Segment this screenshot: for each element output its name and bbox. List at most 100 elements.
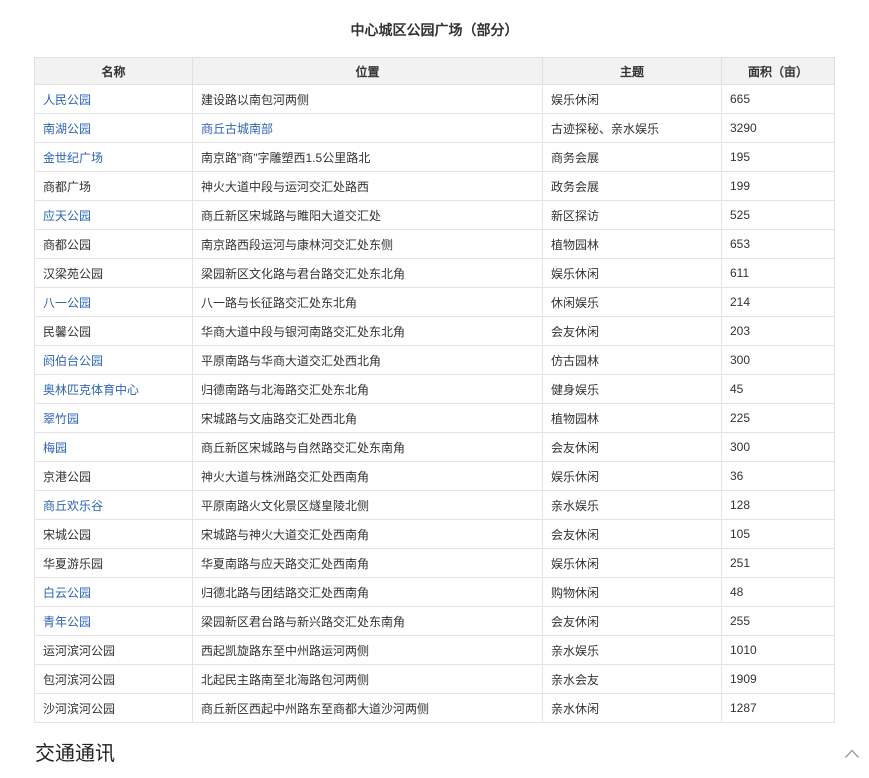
col-header-name: 名称	[35, 58, 193, 85]
table-row: 青年公园梁园新区君台路与新兴路交汇处东南角会友休闲255	[35, 607, 835, 636]
area-cell: 45	[722, 375, 835, 404]
area-cell: 251	[722, 549, 835, 578]
park-name-link[interactable]: 商丘欢乐谷	[43, 499, 103, 513]
area-cell: 48	[722, 578, 835, 607]
area-cell: 300	[722, 433, 835, 462]
park-name-text: 宋城公园	[43, 528, 91, 542]
theme-cell: 会友休闲	[543, 433, 722, 462]
theme-cell: 会友休闲	[543, 607, 722, 636]
parks-table: 名称 位置 主题 面积（亩） 人民公园建设路以南包河两侧娱乐休闲665南湖公园商…	[34, 57, 835, 723]
theme-cell: 亲水娱乐	[543, 491, 722, 520]
park-name-link[interactable]: 应天公园	[43, 209, 91, 223]
park-name-link[interactable]: 青年公园	[43, 615, 91, 629]
location-cell: 南京路"商"字雕塑西1.5公里路北	[193, 143, 543, 172]
location-cell: 建设路以南包河两侧	[193, 85, 543, 114]
park-name-link[interactable]: 八一公园	[43, 296, 91, 310]
location-cell: 八一路与长征路交汇处东北角	[193, 288, 543, 317]
table-row: 八一公园八一路与长征路交汇处东北角休闲娱乐214	[35, 288, 835, 317]
table-row: 民馨公园华商大道中段与银河南路交汇处东北角会友休闲203	[35, 317, 835, 346]
park-name-cell: 京港公园	[35, 462, 193, 491]
park-name-cell: 阏伯台公园	[35, 346, 193, 375]
area-cell: 255	[722, 607, 835, 636]
area-cell: 3290	[722, 114, 835, 143]
table-row: 商都公园南京路西段运河与康林河交汇处东侧植物园林653	[35, 230, 835, 259]
location-text: 西起凯旋路东至中州路运河两侧	[201, 644, 369, 658]
location-cell: 南京路西段运河与康林河交汇处东侧	[193, 230, 543, 259]
table-row: 京港公园神火大道与株洲路交汇处西南角娱乐休闲36	[35, 462, 835, 491]
location-text: 神火大道中段与运河交汇处路西	[201, 180, 369, 194]
location-text: 神火大道与株洲路交汇处西南角	[201, 470, 369, 484]
area-cell: 300	[722, 346, 835, 375]
park-name-cell: 南湖公园	[35, 114, 193, 143]
area-cell: 1909	[722, 665, 835, 694]
park-name-cell: 应天公园	[35, 201, 193, 230]
location-text: 梁园新区文化路与君台路交汇处东北角	[201, 267, 405, 281]
location-text: 建设路以南包河两侧	[201, 93, 309, 107]
park-name-text: 沙河滨河公园	[43, 702, 115, 716]
theme-cell: 娱乐休闲	[543, 462, 722, 491]
table-row: 白云公园 归德北路与团结路交汇处西南角 购物休闲48	[35, 578, 835, 607]
location-cell: 商丘新区宋城路与睢阳大道交汇处	[193, 201, 543, 230]
park-name-cell: 白云公园	[35, 578, 193, 607]
area-cell: 203	[722, 317, 835, 346]
chevron-up-icon[interactable]	[843, 747, 861, 761]
park-name-link[interactable]: 梅园	[43, 441, 67, 455]
park-name-cell: 人民公园	[35, 85, 193, 114]
park-name-link[interactable]: 奥林匹克体育中心	[43, 383, 139, 397]
area-cell: 665	[722, 85, 835, 114]
location-text: 归德北路与团结路交汇处西南角	[201, 586, 369, 600]
park-name-cell: 商都公园	[35, 230, 193, 259]
section-header-transport[interactable]: 交通通讯	[35, 743, 861, 778]
theme-cell: 古迹探秘、亲水娱乐	[543, 114, 722, 143]
park-name-cell: 宋城公园	[35, 520, 193, 549]
park-name-link[interactable]: 人民公园	[43, 93, 91, 107]
table-row: 梅园 商丘新区宋城路与自然路交汇处东南角 会友休闲300	[35, 433, 835, 462]
table-row: 宋城公园宋城路与神火大道交汇处西南角会友休闲105	[35, 520, 835, 549]
location-cell: 华商大道中段与银河南路交汇处东北角	[193, 317, 543, 346]
theme-cell: 亲水娱乐	[543, 636, 722, 665]
park-name-cell: 华夏游乐园	[35, 549, 193, 578]
park-name-text: 包河滨河公园	[43, 673, 115, 687]
location-cell: 华夏南路与应天路交汇处西南角	[193, 549, 543, 578]
park-name-cell: 金世纪广场	[35, 143, 193, 172]
theme-cell: 亲水休闲	[543, 694, 722, 723]
theme-cell: 会友休闲	[543, 317, 722, 346]
park-name-text: 商都公园	[43, 238, 91, 252]
park-name-link[interactable]: 南湖公园	[43, 122, 91, 136]
park-name-cell: 青年公园	[35, 607, 193, 636]
table-row: 金世纪广场南京路"商"字雕塑西1.5公里路北商务会展195	[35, 143, 835, 172]
park-name-cell: 奥林匹克体育中心	[35, 375, 193, 404]
area-cell: 225	[722, 404, 835, 433]
location-cell: 归德北路与团结路交汇处西南角	[193, 578, 543, 607]
park-name-link[interactable]: 金世纪广场	[43, 151, 103, 165]
park-name-text: 运河滨河公园	[43, 644, 115, 658]
location-text: 商丘新区宋城路与自然路交汇处东南角	[201, 441, 405, 455]
location-link[interactable]: 商丘古城南部	[201, 122, 273, 136]
park-name-link[interactable]: 阏伯台公园	[43, 354, 103, 368]
location-text: 北起民主路南至北海路包河两侧	[201, 673, 369, 687]
area-cell: 199	[722, 172, 835, 201]
theme-cell: 购物休闲	[543, 578, 722, 607]
area-cell: 1010	[722, 636, 835, 665]
table-row: 包河滨河公园 北起民主路南至北海路包河两侧 亲水会友1909	[35, 665, 835, 694]
table-row: 运河滨河公园 西起凯旋路东至中州路运河两侧 亲水娱乐1010	[35, 636, 835, 665]
table-row: 商都广场神火大道中段与运河交汇处路西政务会展199	[35, 172, 835, 201]
table-row: 华夏游乐园华夏南路与应天路交汇处西南角娱乐休闲251	[35, 549, 835, 578]
theme-cell: 亲水会友	[543, 665, 722, 694]
location-cell: 宋城路与神火大道交汇处西南角	[193, 520, 543, 549]
location-text: 南京路"商"字雕塑西1.5公里路北	[201, 151, 370, 165]
area-cell: 105	[722, 520, 835, 549]
table-row: 商丘欢乐谷 平原南路火文化景区燧皇陵北侧亲水娱乐128	[35, 491, 835, 520]
park-name-cell: 汉梁苑公园	[35, 259, 193, 288]
location-text: 平原南路与华商大道交汇处西北角	[201, 354, 381, 368]
section-title: 交通通讯	[35, 743, 115, 765]
park-name-link[interactable]: 白云公园	[43, 586, 91, 600]
location-cell: 平原南路火文化景区燧皇陵北侧	[193, 491, 543, 520]
park-name-text: 商都广场	[43, 180, 91, 194]
park-name-link[interactable]: 翠竹园	[43, 412, 79, 426]
park-name-cell: 梅园	[35, 433, 193, 462]
area-cell: 128	[722, 491, 835, 520]
location-cell: 西起凯旋路东至中州路运河两侧	[193, 636, 543, 665]
park-name-cell: 八一公园	[35, 288, 193, 317]
table-row: 翠竹园宋城路与文庙路交汇处西北角植物园林225	[35, 404, 835, 433]
